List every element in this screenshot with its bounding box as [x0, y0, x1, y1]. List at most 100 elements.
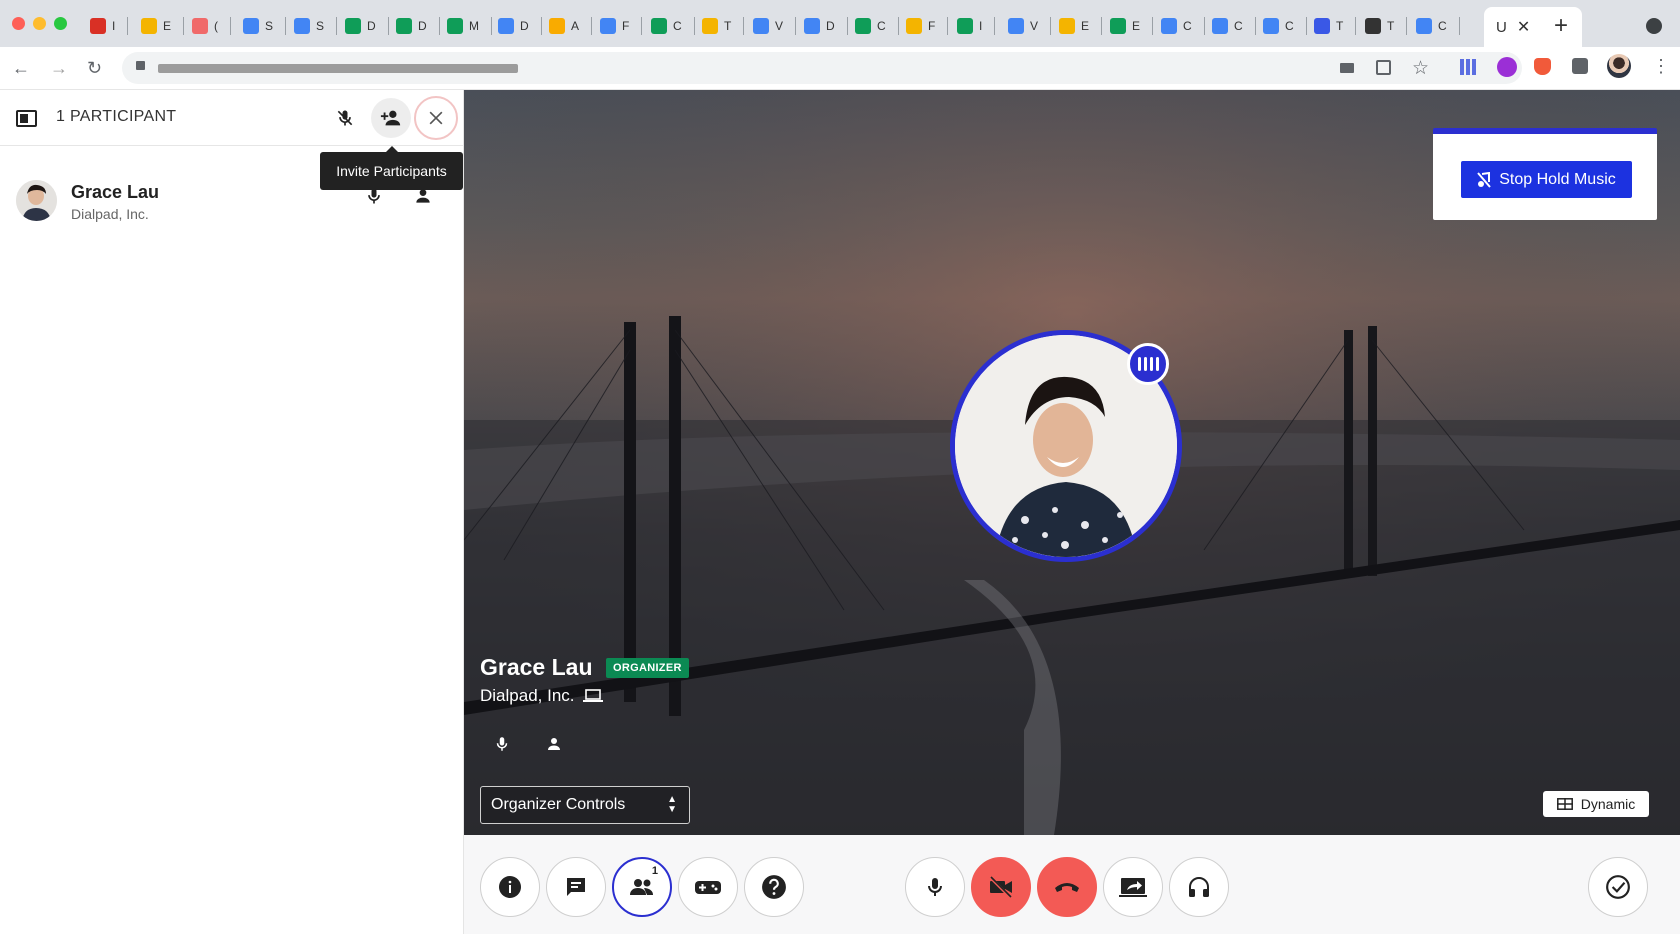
organizer-controls-select[interactable]: Organizer Controls ▲ ▼	[480, 786, 690, 824]
browser-tab[interactable]: D	[498, 12, 542, 40]
browser-tab[interactable]: E	[1110, 12, 1154, 40]
tasks-button[interactable]	[1588, 857, 1648, 917]
slides-icon	[1059, 18, 1075, 34]
extension-w-icon[interactable]	[1497, 57, 1517, 77]
browser-tab[interactable]: D	[345, 12, 389, 40]
browser-toolbar: ← → ↻ ☆ ⋮	[0, 47, 1680, 90]
close-tab-icon[interactable]: ✕	[1517, 17, 1530, 37]
tab-separator	[1305, 17, 1307, 35]
browser-tab[interactable]: D	[396, 12, 440, 40]
browser-tab[interactable]: C	[855, 12, 899, 40]
browser-tab[interactable]: M	[447, 12, 492, 40]
browser-tab[interactable]: I	[957, 12, 996, 40]
help-button[interactable]	[744, 857, 804, 917]
active-tab-label: U	[1496, 18, 1507, 36]
browser-tab[interactable]: S	[294, 12, 338, 40]
sheets-icon	[855, 18, 871, 34]
browser-tab[interactable]: F	[906, 12, 949, 40]
browser-tab[interactable]: V	[753, 12, 797, 40]
participant-profile-button[interactable]	[413, 186, 433, 211]
docs-icon	[1161, 18, 1177, 34]
info-button[interactable]	[480, 857, 540, 917]
tab-separator	[743, 17, 745, 35]
browser-tab[interactable]: E	[141, 12, 185, 40]
video-toggle-button[interactable]	[971, 857, 1031, 917]
tab-separator	[1355, 17, 1357, 35]
browser-tab[interactable]: A	[549, 12, 593, 40]
info-icon	[499, 876, 521, 898]
participants-panel-header: 1 PARTICIPANT	[0, 90, 464, 146]
browser-tab[interactable]: C	[1263, 12, 1307, 40]
docs-icon	[1008, 18, 1024, 34]
participant-row[interactable]: Grace Lau Dialpad, Inc.	[0, 180, 464, 242]
profile-avatar[interactable]	[1607, 54, 1631, 78]
tab-separator	[336, 17, 338, 35]
participant-mic-button[interactable]	[364, 186, 384, 211]
browser-tab[interactable]: E	[1059, 12, 1103, 40]
participant-count-title: 1 PARTICIPANT	[56, 108, 177, 125]
camera-icon[interactable]	[1340, 63, 1354, 73]
browser-tab[interactable]: C	[1212, 12, 1256, 40]
browser-tab[interactable]: S	[243, 12, 287, 40]
browser-tab[interactable]: T	[702, 12, 745, 40]
tab-search-icon[interactable]	[1646, 18, 1662, 34]
browser-tab[interactable]: F	[600, 12, 643, 40]
browser-tab-label: D	[418, 19, 427, 33]
address-bar[interactable]: ☆	[122, 52, 1522, 84]
help-icon	[762, 875, 786, 899]
layout-dynamic-button[interactable]: Dynamic	[1543, 791, 1649, 817]
docs-icon	[804, 18, 820, 34]
browser-tab[interactable]: (	[192, 12, 231, 40]
gmail-icon	[90, 18, 106, 34]
browser-tab-label: F	[928, 19, 936, 33]
slides-icon	[141, 18, 157, 34]
browser-menu-icon[interactable]: ⋮	[1652, 56, 1670, 77]
panel-layout-icon[interactable]	[16, 110, 37, 127]
participants-button[interactable]: 1	[612, 857, 672, 917]
extensions-puzzle-icon[interactable]	[1572, 58, 1588, 74]
new-tab-button[interactable]: +	[1554, 12, 1568, 40]
speaker-profile-button[interactable]	[536, 726, 572, 762]
browser-tab-label: D	[367, 19, 376, 33]
browser-tab[interactable]: C	[1416, 12, 1460, 40]
browser-tab[interactable]: T	[1365, 12, 1408, 40]
browser-tab[interactable]: I	[90, 12, 129, 40]
microphone-button[interactable]	[905, 857, 965, 917]
audio-settings-button[interactable]	[1169, 857, 1229, 917]
close-panel-button[interactable]	[414, 96, 458, 140]
slides-icon	[906, 18, 922, 34]
extension-maple-icon[interactable]	[1534, 58, 1551, 75]
chat-button[interactable]	[546, 857, 606, 917]
extension-chart-icon[interactable]	[1460, 59, 1476, 75]
browser-tab[interactable]: C	[1161, 12, 1205, 40]
reload-icon[interactable]: ↻	[87, 59, 102, 77]
maximize-window-button[interactable]	[54, 17, 67, 30]
music-off-icon	[1477, 171, 1492, 188]
mute-all-button[interactable]	[325, 98, 365, 138]
browser-tab[interactable]: V	[1008, 12, 1052, 40]
share-screen-button[interactable]	[1103, 857, 1163, 917]
back-icon[interactable]: ←	[12, 59, 30, 77]
speaker-mic-button[interactable]	[484, 726, 520, 762]
browser-tab[interactable]: C	[651, 12, 695, 40]
forward-icon[interactable]: →	[50, 59, 68, 77]
browser-tab-label: S	[316, 19, 325, 33]
tab-separator	[183, 17, 185, 35]
browser-tab-label: E	[163, 19, 172, 33]
bookmark-star-icon[interactable]: ☆	[1412, 57, 1429, 80]
select-arrows-icon: ▲ ▼	[667, 794, 677, 815]
chat-icon	[1314, 18, 1330, 34]
games-button[interactable]	[678, 857, 738, 917]
tab-separator	[230, 17, 231, 35]
browser-tab[interactable]: T	[1314, 12, 1357, 40]
browser-tab[interactable]: D	[804, 12, 848, 40]
minimize-window-button[interactable]	[33, 17, 46, 30]
end-call-button[interactable]	[1037, 857, 1097, 917]
hold-music-card: Stop Hold Music	[1433, 128, 1657, 220]
close-window-button[interactable]	[12, 17, 25, 30]
gamepad-icon	[695, 881, 721, 894]
invite-participants-button[interactable]	[371, 98, 411, 138]
stop-hold-music-button[interactable]: Stop Hold Music	[1461, 161, 1632, 198]
browser-tab-label: I	[112, 19, 116, 33]
qr-code-icon[interactable]	[1376, 60, 1391, 75]
